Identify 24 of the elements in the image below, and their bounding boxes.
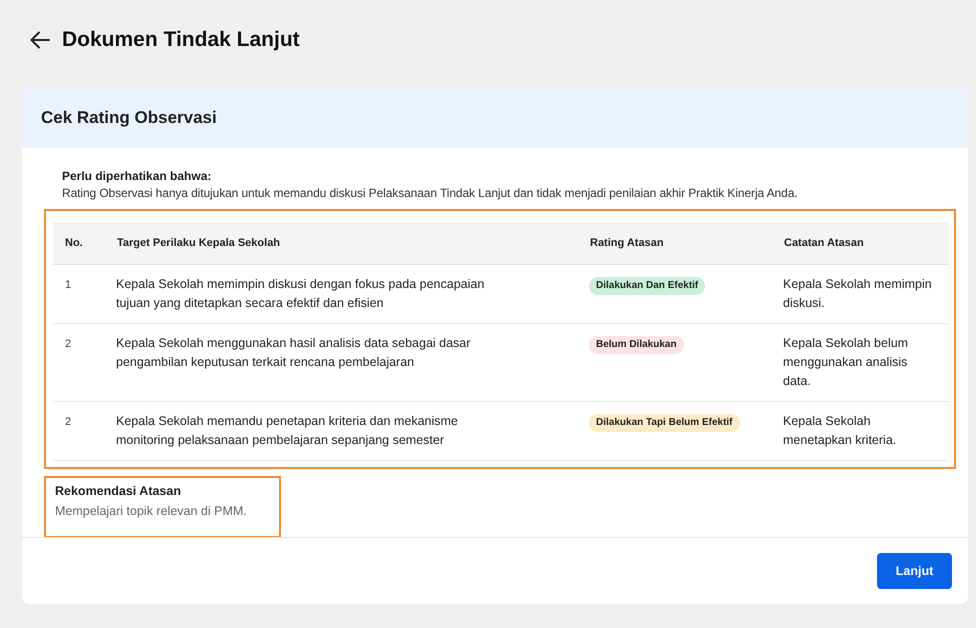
column-header: Catatan Atasan [783, 222, 948, 264]
note-heading: Perlu diperhatikan bahwa: [62, 168, 212, 184]
column-header: Rating Atasan [589, 222, 783, 264]
rating-badge: Belum Dilakukan [589, 336, 684, 354]
recommendation-text: Mempelajari topik relevan di PMM. [55, 504, 248, 518]
row-number: 2 [65, 416, 72, 428]
page-title: Dokumen Tindak Lanjut [62, 28, 300, 52]
column-header: No. [53, 222, 116, 264]
row-number: 2 [65, 338, 72, 350]
target-text: Kepala Sekolah menggunakan hasil analisis data sebagai dasar pengambilan keputusan terkait rencana pembelajaran [116, 336, 470, 369]
continue-button[interactable]: Lanjut [877, 553, 952, 589]
row-number: 1 [65, 279, 72, 291]
note-text: Kepala Sekolah memimpin diskusi. [783, 277, 932, 310]
note-text: Rating Observasi hanya ditujukan untuk memandu diskusi Pelaksanaan Tindak Lanjut dan tidak menjadi penilaian akhir Praktik Kinerja Anda. [62, 185, 799, 202]
target-text: Kepala Sekolah memimpin diskusi dengan fokus pada pencapaian tujuan yang ditetapkan secara efektif dan efisien [116, 277, 484, 310]
note-text: Kepala Sekolah belum menggunakan analisis data. [783, 336, 908, 388]
card-title: Cek Rating Observasi [41, 108, 217, 128]
target-text: Kepala Sekolah memandu penetapan kriteria dan mekanisme monitoring pelaksanaan pembelajaran sepanjang semester [116, 414, 458, 447]
note-text: Kepala Sekolah menetapkan kriteria. [783, 414, 896, 447]
column-header: Target Perilaku Kepala Sekolah [116, 222, 589, 264]
rating-badge: Dilakukan Tapi Belum Efektif [589, 414, 740, 432]
back-icon[interactable] [30, 31, 50, 49]
rating-badge: Dilakukan Dan Efektif [589, 277, 706, 295]
recommendation-heading: Rekomendasi Atasan [55, 483, 182, 500]
